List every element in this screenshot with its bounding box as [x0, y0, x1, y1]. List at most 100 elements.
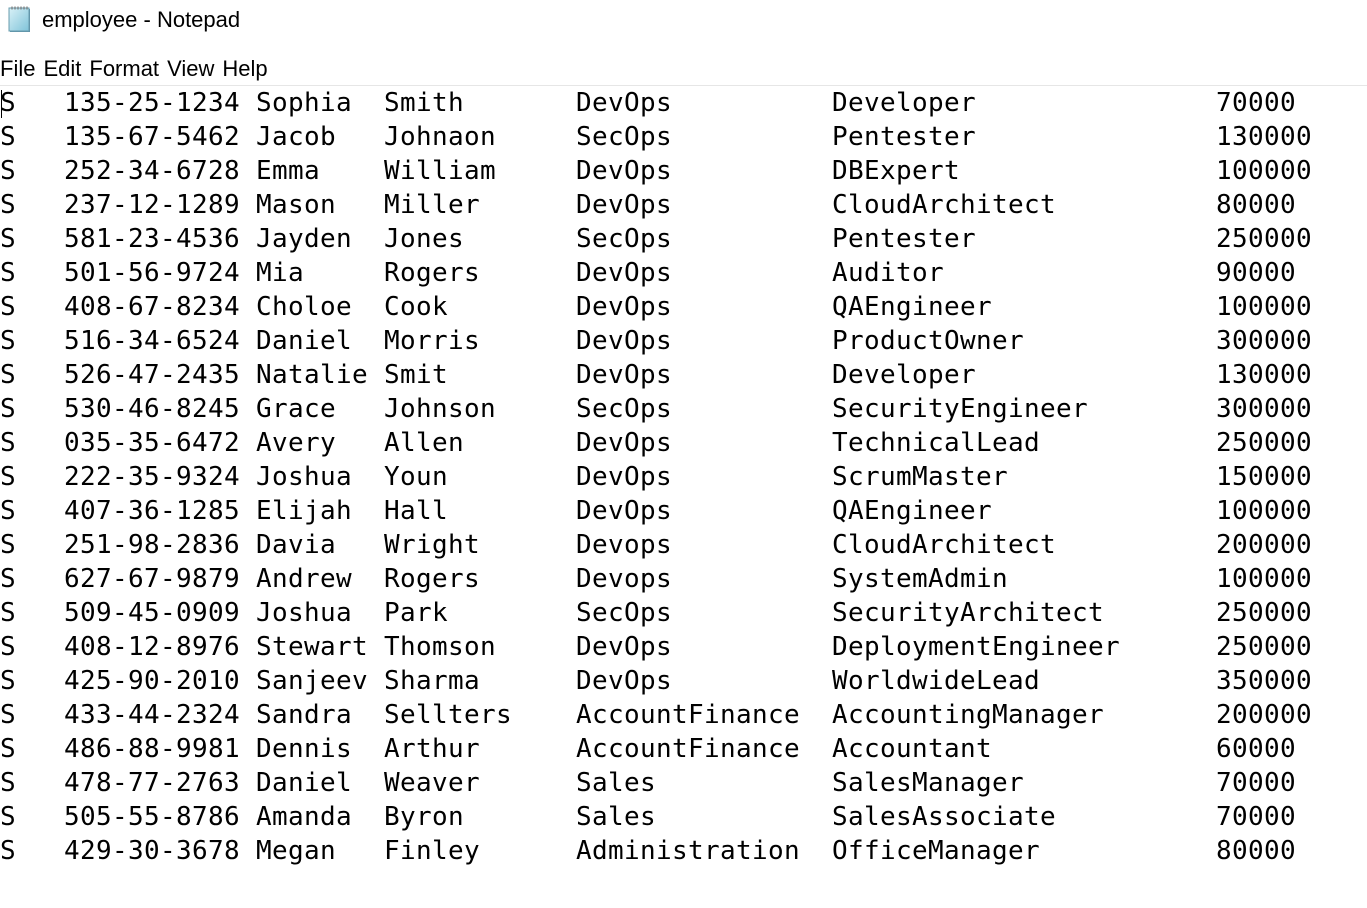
row-last-name: Miller	[384, 190, 481, 220]
row-role: Developer	[832, 88, 977, 118]
text-line[interactable]: S 581-23-4536 Jayden Jones SecOps Pentester 25…	[0, 222, 1367, 256]
row-department: DevOps	[576, 666, 673, 696]
row-ssn: 486-88-9981	[64, 734, 241, 764]
row-ssn: 581-23-4536	[64, 224, 241, 254]
row-first-name: Jayden	[256, 224, 353, 254]
row-last-name: Morris	[384, 326, 481, 356]
row-code: S	[0, 700, 17, 730]
text-line[interactable]: S 433-44-2324 Sandra Sellters AccountFinance…	[0, 698, 1367, 732]
text-line[interactable]: S 429-30-3678 Megan Finley Administration Off…	[0, 834, 1367, 868]
row-last-name: Finley	[384, 836, 481, 866]
text-line[interactable]: S 530-46-8245 Grace Johnson SecOps SecurityEn…	[0, 392, 1367, 426]
row-ssn: 222-35-9324	[64, 462, 241, 492]
row-role: Auditor	[832, 258, 945, 288]
row-ssn: 478-77-2763	[64, 768, 241, 798]
text-editor-area[interactable]: S 135-25-1234 Sophia Smith DevOps Developer 70…	[0, 86, 1367, 908]
title-bar: employee - Notepad	[0, 0, 1367, 40]
notepad-icon	[6, 5, 36, 33]
text-line[interactable]: S 486-88-9981 Dennis Arthur AccountFinance Ac…	[0, 732, 1367, 766]
row-ssn: 516-34-6524	[64, 326, 241, 356]
row-salary: 70000	[1216, 88, 1297, 118]
text-line[interactable]: S 478-77-2763 Daniel Weaver Sales SalesManage…	[0, 766, 1367, 800]
row-department: DevOps	[576, 428, 673, 458]
row-department: DevOps	[576, 156, 673, 186]
text-line[interactable]: S 509-45-0909 Joshua Park SecOps SecurityArch…	[0, 596, 1367, 630]
row-code: S	[0, 326, 17, 356]
row-ssn: 237-12-1289	[64, 190, 241, 220]
text-line[interactable]: S 408-67-8234 Choloe Cook DevOps QAEngineer 10…	[0, 290, 1367, 324]
row-department: DevOps	[576, 632, 673, 662]
row-salary: 200000	[1216, 530, 1313, 560]
text-line[interactable]: S 222-35-9324 Joshua Youn DevOps ScrumMaster 1…	[0, 460, 1367, 494]
menu-file[interactable]: File	[0, 55, 39, 83]
row-code: S	[0, 836, 17, 866]
row-salary: 250000	[1216, 224, 1313, 254]
text-line[interactable]: S 407-36-1285 Elijah Hall DevOps QAEngineer 10…	[0, 494, 1367, 528]
text-line[interactable]: S 135-25-1234 Sophia Smith DevOps Developer 70…	[0, 86, 1367, 120]
text-line[interactable]: S 252-34-6728 Emma William DevOps DBExpert 100…	[0, 154, 1367, 188]
text-line[interactable]: S 501-56-9724 Mia Rogers DevOps Auditor 90000	[0, 256, 1367, 290]
text-line[interactable]: S 035-35-6472 Avery Allen DevOps TechnicalLea…	[0, 426, 1367, 460]
row-ssn: 505-55-8786	[64, 802, 241, 832]
row-ssn: 433-44-2324	[64, 700, 241, 730]
row-code: S	[0, 156, 17, 186]
row-ssn: 429-30-3678	[64, 836, 241, 866]
row-role: Accountant	[832, 734, 993, 764]
text-line[interactable]: S 627-67-9879 Andrew Rogers Devops SystemAdmi…	[0, 562, 1367, 596]
row-department: DevOps	[576, 496, 673, 526]
text-line[interactable]: S 237-12-1289 Mason Miller DevOps CloudArchit…	[0, 188, 1367, 222]
text-line[interactable]: S 251-98-2836 Davia Wright Devops CloudArchit…	[0, 528, 1367, 562]
menu-format[interactable]: Format	[89, 55, 163, 83]
row-last-name: Rogers	[384, 564, 481, 594]
row-ssn: 135-67-5462	[64, 122, 241, 152]
row-department: AccountFinance	[576, 734, 801, 764]
row-last-name: Sharma	[384, 666, 481, 696]
text-line[interactable]: S 425-90-2010 Sanjeev Sharma DevOps Worldwide…	[0, 664, 1367, 698]
row-code: S	[0, 258, 17, 288]
row-role: ScrumMaster	[832, 462, 1009, 492]
row-salary: 350000	[1216, 666, 1313, 696]
row-department: DevOps	[576, 88, 673, 118]
text-line[interactable]: S 505-55-8786 Amanda Byron Sales SalesAssocia…	[0, 800, 1367, 834]
menu-view[interactable]: View	[167, 55, 218, 83]
row-first-name: Daniel	[256, 326, 353, 356]
row-department: AccountFinance	[576, 700, 801, 730]
row-role: SalesManager	[832, 768, 1025, 798]
row-last-name: Johnson	[384, 394, 497, 424]
row-first-name: Joshua	[256, 598, 353, 628]
row-department: SecOps	[576, 122, 673, 152]
menu-help[interactable]: Help	[222, 55, 271, 83]
row-last-name: Rogers	[384, 258, 481, 288]
text-line[interactable]: S 135-67-5462 Jacob Johnaon SecOps Pentester 1…	[0, 120, 1367, 154]
text-line[interactable]: S 516-34-6524 Daniel Morris DevOps ProductOwn…	[0, 324, 1367, 358]
text-line[interactable]: S 526-47-2435 Natalie Smit DevOps Developer 13…	[0, 358, 1367, 392]
row-role: SecurityArchitect	[832, 598, 1105, 628]
row-first-name: Emma	[256, 156, 321, 186]
row-first-name: Sophia	[256, 88, 353, 118]
row-salary: 100000	[1216, 496, 1313, 526]
row-salary: 130000	[1216, 360, 1313, 390]
row-salary: 300000	[1216, 394, 1313, 424]
row-first-name: Choloe	[256, 292, 353, 322]
row-code: S	[0, 360, 17, 390]
row-salary: 100000	[1216, 292, 1313, 322]
row-department: DevOps	[576, 258, 673, 288]
row-last-name: Cook	[384, 292, 449, 322]
row-role: OfficeManager	[832, 836, 1041, 866]
row-department: DevOps	[576, 292, 673, 322]
row-salary: 250000	[1216, 632, 1313, 662]
row-code: S	[0, 428, 17, 458]
row-code: S	[0, 496, 17, 526]
row-ssn: 135-25-1234	[64, 88, 241, 118]
row-ssn: 627-67-9879	[64, 564, 241, 594]
row-department: DevOps	[576, 360, 673, 390]
row-department: DevOps	[576, 462, 673, 492]
row-role: SystemAdmin	[832, 564, 1009, 594]
row-code: S	[0, 530, 17, 560]
text-line[interactable]: S 408-12-8976 Stewart Thomson DevOps Deployme…	[0, 630, 1367, 664]
row-code: S	[0, 734, 17, 764]
row-ssn: 408-12-8976	[64, 632, 241, 662]
menu-bar: File Edit Format View Help	[0, 54, 276, 84]
menu-edit[interactable]: Edit	[43, 55, 85, 83]
row-role: CloudArchitect	[832, 190, 1057, 220]
